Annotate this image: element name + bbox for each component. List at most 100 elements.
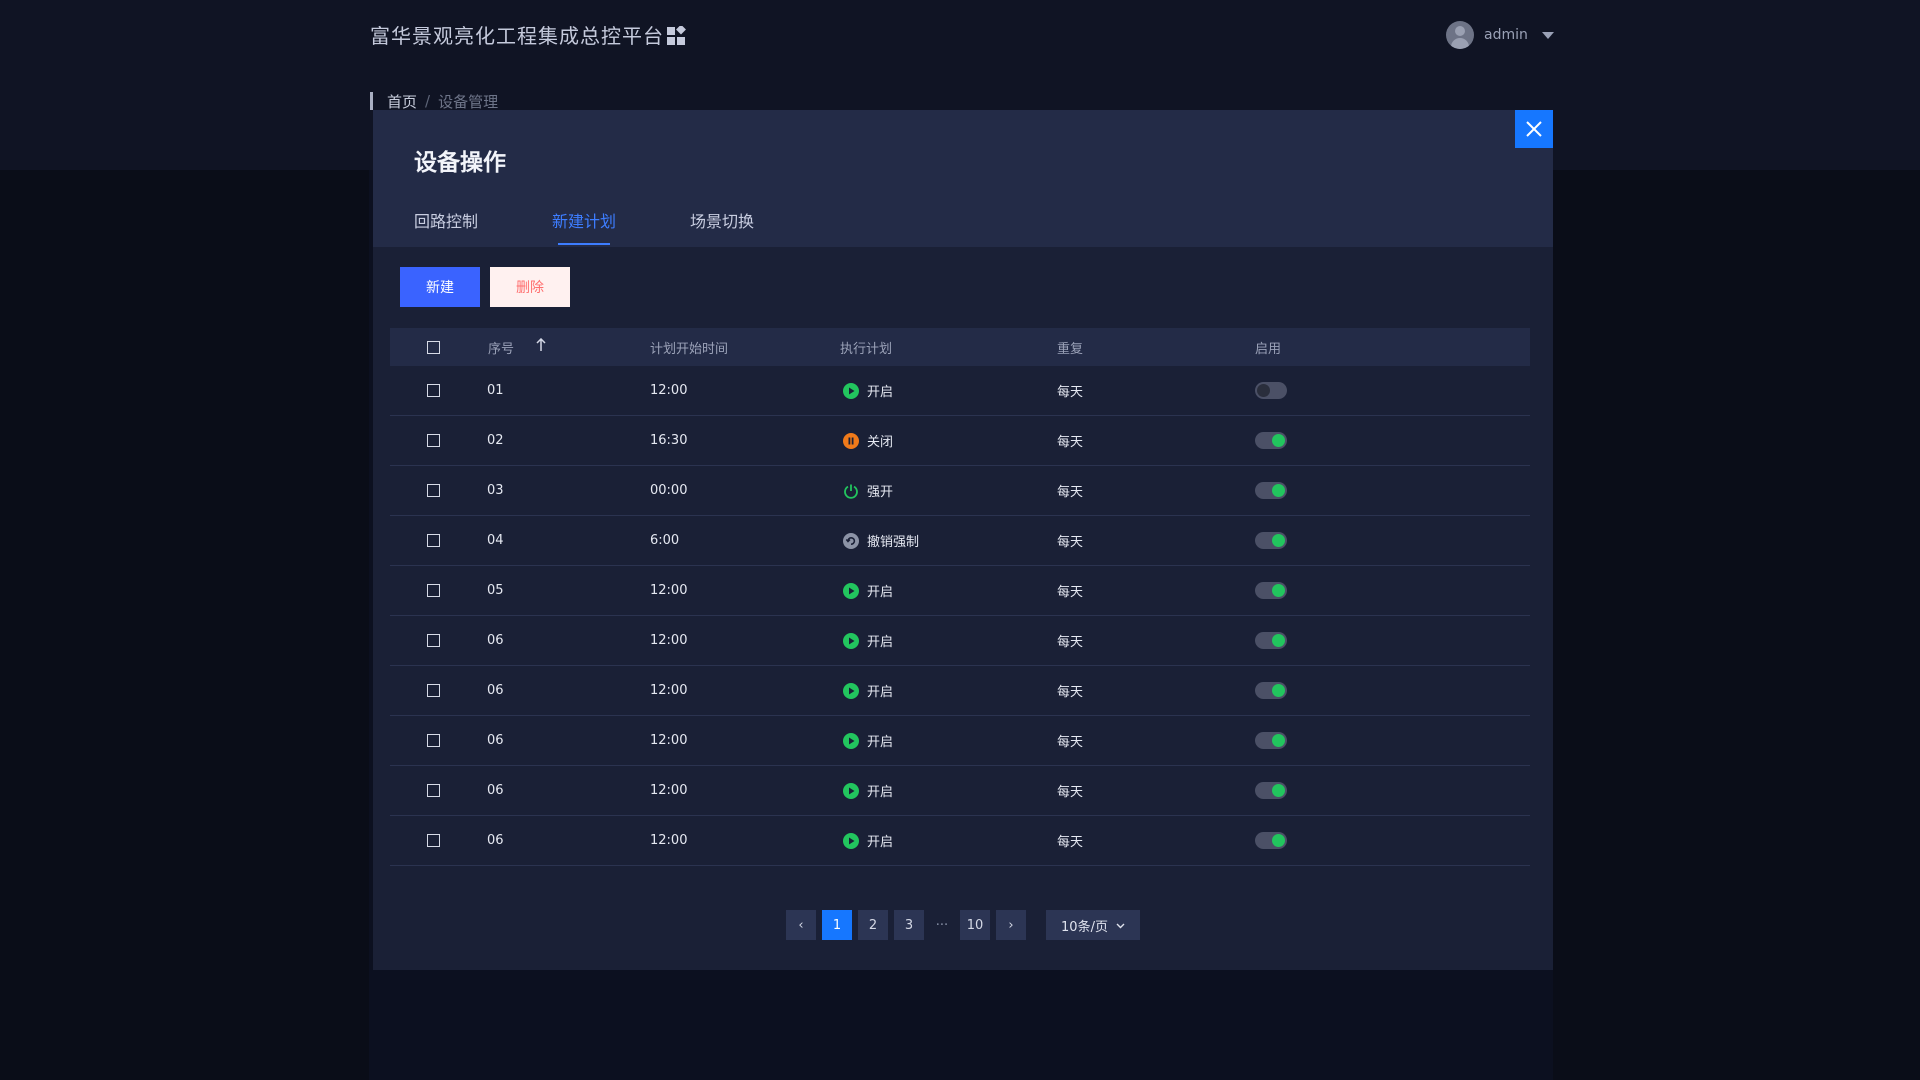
row-checkbox[interactable] xyxy=(427,784,440,797)
page-size-label: 10条/页 xyxy=(1061,919,1108,935)
header-start-time: 计划开始时间 xyxy=(650,341,729,357)
avatar[interactable] xyxy=(1446,21,1474,49)
enable-toggle[interactable] xyxy=(1255,532,1287,549)
row-checkbox[interactable] xyxy=(427,534,440,547)
row-plan-cell: 开启 xyxy=(843,616,893,665)
page-size-select[interactable]: 10条/页 xyxy=(1046,910,1140,940)
chevron-down-icon xyxy=(1116,918,1125,933)
undo-icon xyxy=(843,532,859,549)
row-check-cell xyxy=(427,716,440,765)
row-enabled-cell xyxy=(1255,366,1287,415)
breadcrumb-home[interactable]: 首页 xyxy=(387,91,417,112)
row-plan: 开启 xyxy=(867,585,894,600)
prev-page-button[interactable]: ‹ xyxy=(786,910,816,940)
breadcrumb: 首页 / 设备管理 xyxy=(370,90,498,112)
play-icon xyxy=(843,632,859,649)
play-icon xyxy=(843,782,859,799)
row-checkbox[interactable] xyxy=(427,484,440,497)
play-icon xyxy=(843,832,859,849)
row-checkbox[interactable] xyxy=(427,734,440,747)
app-title: 富华景观亮化工程集成总控平台 xyxy=(370,24,664,48)
toggle-knob xyxy=(1272,584,1285,597)
sort-ascending-icon[interactable] xyxy=(536,337,546,356)
page-10-button[interactable]: 10 xyxy=(960,910,990,940)
tab-scene-switch[interactable]: 场景切换 xyxy=(690,210,754,247)
row-check-cell xyxy=(427,516,440,565)
table-row[interactable]: 02 16:30 关闭 每天 xyxy=(390,416,1530,466)
enable-toggle[interactable] xyxy=(1255,732,1287,749)
table-row[interactable]: 05 12:00 开启 每天 xyxy=(390,566,1530,616)
row-start-time: 12:00 xyxy=(650,633,688,648)
row-enabled-cell xyxy=(1255,816,1287,865)
table-row[interactable]: 03 00:00 强开 每天 xyxy=(390,466,1530,516)
user-menu[interactable]: admin xyxy=(1446,18,1554,52)
next-page-button[interactable]: › xyxy=(996,910,1026,940)
header-seq-cell: 序号 xyxy=(488,328,546,366)
row-start-time: 12:00 xyxy=(650,383,688,398)
header-repeat: 重复 xyxy=(1057,341,1084,357)
row-enabled-cell xyxy=(1255,716,1287,765)
row-check-cell xyxy=(427,466,440,515)
select-all-checkbox[interactable] xyxy=(427,340,440,354)
delete-button[interactable]: 删除 xyxy=(490,267,570,307)
tab-new-plan[interactable]: 新建计划 xyxy=(552,210,616,247)
toggle-knob xyxy=(1272,534,1285,547)
page-3-button[interactable]: 3 xyxy=(894,910,924,940)
table-header: 序号 计划开始时间 执行计划 重复 启用 xyxy=(390,328,1530,366)
toggle-knob xyxy=(1257,384,1270,397)
close-button[interactable] xyxy=(1515,110,1553,148)
enable-toggle[interactable] xyxy=(1255,682,1287,699)
row-repeat: 每天 xyxy=(1057,785,1084,800)
table-row[interactable]: 06 12:00 开启 每天 xyxy=(390,766,1530,816)
row-enabled-cell xyxy=(1255,566,1287,615)
enable-toggle[interactable] xyxy=(1255,432,1287,449)
row-plan-cell: 开启 xyxy=(843,766,893,815)
row-repeat: 每天 xyxy=(1057,435,1084,450)
table-row[interactable]: 06 12:00 开启 每天 xyxy=(390,666,1530,716)
table-row[interactable]: 06 12:00 开启 每天 xyxy=(390,616,1530,666)
row-start-time: 12:00 xyxy=(650,833,688,848)
row-plan: 关闭 xyxy=(867,435,894,450)
pagination-ellipsis[interactable]: ··· xyxy=(930,910,954,940)
tab-loop-control[interactable]: 回路控制 xyxy=(414,210,478,247)
row-repeat: 每天 xyxy=(1057,485,1084,500)
row-checkbox[interactable] xyxy=(427,634,440,647)
close-icon[interactable] xyxy=(1525,120,1543,138)
enable-toggle[interactable] xyxy=(1255,582,1287,599)
chevron-down-icon[interactable] xyxy=(1541,31,1554,39)
row-checkbox[interactable] xyxy=(427,384,440,397)
table-row[interactable]: 06 12:00 开启 每天 xyxy=(390,816,1530,866)
row-checkbox[interactable] xyxy=(427,684,440,697)
enable-toggle[interactable] xyxy=(1255,782,1287,799)
page-2-button[interactable]: 2 xyxy=(858,910,888,940)
page-1-button[interactable]: 1 xyxy=(822,910,852,940)
row-check-cell xyxy=(427,766,440,815)
enable-toggle[interactable] xyxy=(1255,382,1287,399)
table-row[interactable]: 01 12:00 开启 每天 xyxy=(390,366,1530,416)
enable-toggle[interactable] xyxy=(1255,482,1287,499)
row-enabled-cell xyxy=(1255,416,1287,465)
row-checkbox[interactable] xyxy=(427,584,440,597)
user-name[interactable]: admin xyxy=(1484,27,1528,43)
toggle-knob xyxy=(1272,734,1285,747)
row-seq: 06 xyxy=(487,683,504,698)
row-checkbox[interactable] xyxy=(427,434,440,447)
apps-grid-icon[interactable] xyxy=(666,24,686,46)
row-plan-cell: 撤销强制 xyxy=(843,516,919,565)
row-plan: 开启 xyxy=(867,835,894,850)
new-button[interactable]: 新建 xyxy=(400,267,480,307)
row-plan-cell: 开启 xyxy=(843,666,893,715)
row-checkbox[interactable] xyxy=(427,834,440,847)
table-row[interactable]: 06 12:00 开启 每天 xyxy=(390,716,1530,766)
toggle-knob xyxy=(1272,484,1285,497)
enable-toggle[interactable] xyxy=(1255,832,1287,849)
play-icon xyxy=(843,682,859,699)
row-enabled-cell xyxy=(1255,616,1287,665)
row-start-time: 12:00 xyxy=(650,583,688,598)
breadcrumb-current: 设备管理 xyxy=(438,92,499,111)
play-icon xyxy=(843,732,859,749)
row-plan-cell: 开启 xyxy=(843,716,893,765)
row-start-time: 16:30 xyxy=(650,433,688,448)
table-row[interactable]: 04 6:00 撤销强制 每天 xyxy=(390,516,1530,566)
enable-toggle[interactable] xyxy=(1255,632,1287,649)
